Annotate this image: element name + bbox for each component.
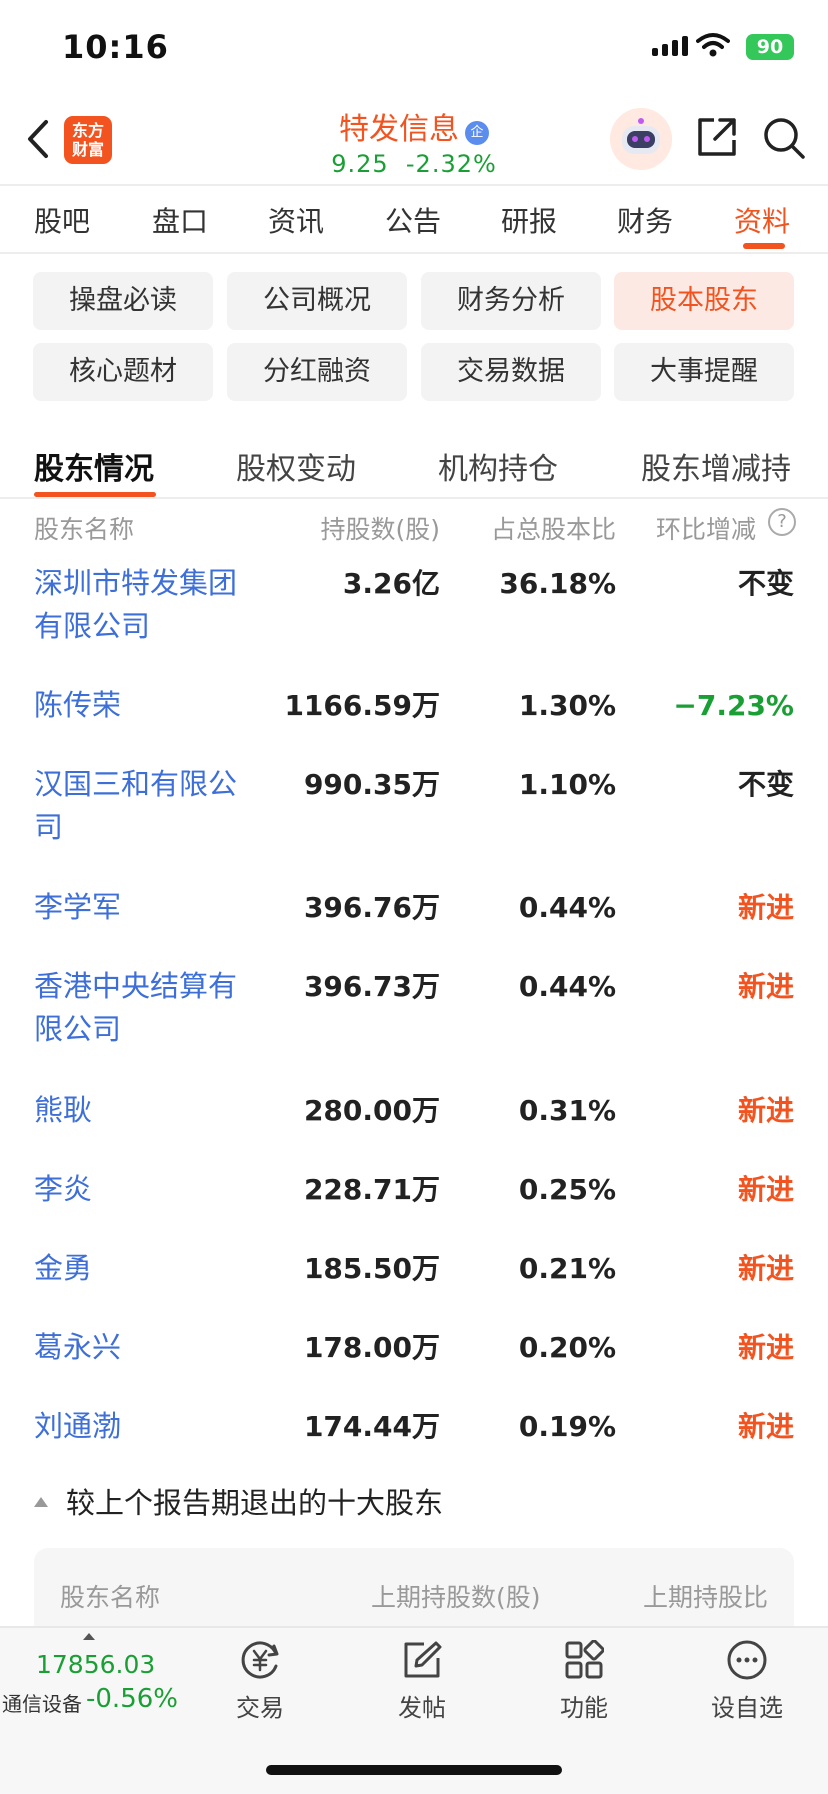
tab-research[interactable]: 研报 (501, 200, 557, 240)
yen-circle-icon[interactable] (232, 1636, 288, 1684)
exited-section-toggle[interactable]: 较上个报告期退出的十大股东 (34, 1480, 443, 1522)
tab-active-indicator (743, 243, 785, 249)
more-icon[interactable] (719, 1636, 775, 1684)
tab-finance[interactable]: 财务 (617, 200, 673, 240)
index-value[interactable]: 17856.03 (36, 1650, 155, 1679)
header-divider (0, 184, 828, 186)
subtab-equity-changes[interactable]: 股权变动 (236, 444, 356, 488)
col-header-change: 环比增减 (655, 515, 756, 544)
btn-major-events[interactable]: 大事提醒 (614, 343, 794, 401)
shareholder-name[interactable]: 金勇 (34, 1247, 264, 1290)
search-icon[interactable] (762, 116, 806, 160)
shareholder-name[interactable]: 深圳市特发集团有限公司 (34, 562, 264, 648)
ratio-value: 0.21% (518, 1252, 616, 1285)
shares-value: 174.44万 (303, 1410, 440, 1443)
change-value: 不变 (737, 768, 794, 801)
tab-pankou[interactable]: 盘口 (152, 200, 208, 240)
assistant-robot-icon[interactable] (610, 108, 672, 170)
change-value: 不变 (737, 567, 794, 600)
shareholder-name[interactable]: 李学军 (34, 886, 264, 929)
subtab-shareholders[interactable]: 股东情况 (34, 444, 154, 488)
expand-caret-icon[interactable] (83, 1633, 95, 1640)
btn-company-overview[interactable]: 公司概况 (227, 272, 407, 330)
btn-financial-analysis[interactable]: 财务分析 (421, 272, 601, 330)
change-value: 新进 (737, 970, 794, 1003)
ratio-value: 0.25% (518, 1173, 616, 1206)
ratio-value: 0.19% (518, 1410, 616, 1443)
shares-value: 280.00万 (303, 1094, 440, 1127)
subtab-institutions[interactable]: 机构持仓 (438, 444, 558, 488)
subtabs-divider (0, 497, 828, 499)
exited-section-title: 较上个报告期退出的十大股东 (66, 1486, 444, 1520)
shares-value: 3.26亿 (342, 567, 440, 600)
ratio-value: 0.20% (518, 1331, 616, 1364)
change-value: −7.23% (673, 689, 794, 722)
change-value: 新进 (737, 1252, 794, 1285)
edit-icon[interactable] (394, 1636, 450, 1684)
change-value: 新进 (737, 1094, 794, 1127)
help-icon[interactable]: ? (768, 508, 796, 536)
battery-indicator: 90 (746, 34, 794, 60)
ratio-value: 0.44% (518, 891, 616, 924)
ratio-value: 1.30% (518, 689, 616, 722)
home-indicator[interactable] (266, 1765, 562, 1775)
cellular-signal-icon (652, 36, 688, 56)
shareholder-name[interactable]: 陈传荣 (34, 684, 264, 727)
stock-change: -2.32% (405, 150, 497, 178)
btn-trading-data[interactable]: 交易数据 (421, 343, 601, 401)
index-name[interactable]: 通信设备 (2, 1688, 82, 1717)
share-icon[interactable] (696, 116, 738, 158)
tab-news[interactable]: 资讯 (268, 200, 324, 240)
shares-value: 178.00万 (303, 1331, 440, 1364)
bottom-post-label[interactable]: 发帖 (372, 1688, 472, 1723)
change-value: 新进 (737, 1173, 794, 1206)
bottom-trade-label[interactable]: 交易 (210, 1688, 310, 1723)
exited-col-name: 股东名称 (60, 1583, 161, 1612)
shareholder-name[interactable]: 李炎 (34, 1168, 264, 1211)
change-value: 新进 (737, 1410, 794, 1443)
btn-shareholders[interactable]: 股本股东 (614, 272, 794, 330)
btn-dividends-financing[interactable]: 分红融资 (227, 343, 407, 401)
ratio-value: 0.31% (518, 1094, 616, 1127)
bottom-watchlist-label[interactable]: 设自选 (697, 1688, 797, 1723)
change-value: 新进 (737, 891, 794, 924)
shares-value: 396.76万 (303, 891, 440, 924)
shares-value: 1166.59万 (284, 689, 440, 722)
col-header-name: 股东名称 (34, 515, 135, 544)
tabs-divider (0, 252, 828, 254)
enterprise-badge: 企 (465, 121, 489, 145)
shares-value: 396.73万 (303, 970, 440, 1003)
btn-core-themes[interactable]: 核心题材 (33, 343, 213, 401)
ratio-value: 36.18% (499, 567, 616, 600)
shareholder-name[interactable]: 葛永兴 (34, 1326, 264, 1369)
change-value: 新进 (737, 1331, 794, 1364)
exited-col-prev-shares: 上期持股数(股) (371, 1583, 541, 1612)
shareholder-name[interactable]: 香港中央结算有限公司 (34, 965, 264, 1051)
tab-guba[interactable]: 股吧 (34, 200, 90, 240)
stock-name: 特发信息 (339, 112, 459, 147)
shares-value: 990.35万 (303, 768, 440, 801)
collapse-triangle-icon (34, 1497, 48, 1507)
index-change[interactable]: -0.56% (86, 1684, 178, 1714)
col-header-ratio: 占总股本比 (490, 515, 616, 544)
tab-profile[interactable]: 资料 (734, 200, 790, 240)
wifi-icon (696, 33, 730, 57)
shares-value: 185.50万 (303, 1252, 440, 1285)
bottom-functions-label[interactable]: 功能 (534, 1688, 634, 1723)
btn-trading-guide[interactable]: 操盘必读 (33, 272, 213, 330)
ratio-value: 1.10% (518, 768, 616, 801)
shares-value: 228.71万 (303, 1173, 440, 1206)
tab-announcements[interactable]: 公告 (385, 200, 441, 240)
shareholder-name[interactable]: 刘通渤 (34, 1405, 264, 1448)
exited-col-prev-ratio: 上期持股比 (642, 1583, 768, 1612)
grid-icon[interactable] (556, 1636, 612, 1684)
ratio-value: 0.44% (518, 970, 616, 1003)
subtab-holding-changes[interactable]: 股东增减持 (641, 444, 791, 488)
shareholder-name[interactable]: 熊耿 (34, 1089, 264, 1132)
col-header-shares: 持股数(股) (320, 515, 440, 544)
status-time: 10:16 (62, 28, 169, 66)
stock-price: 9.25 (331, 150, 389, 178)
shareholder-name[interactable]: 汉国三和有限公司 (34, 763, 264, 849)
